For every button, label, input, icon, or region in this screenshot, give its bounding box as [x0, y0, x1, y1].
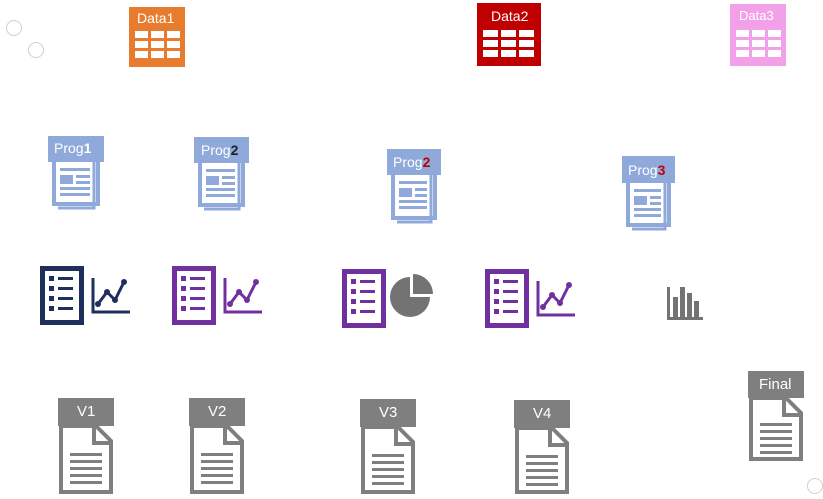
- program-label-prefix: Prog: [628, 162, 658, 178]
- data-source-1: Data1: [129, 7, 185, 67]
- program-label-prefix: Prog: [201, 142, 231, 158]
- list-line-chart-icon: [40, 266, 130, 325]
- corner-circle-top-left-1: [6, 20, 22, 36]
- analysis-2: [172, 266, 264, 326]
- version-label: V2: [208, 403, 227, 420]
- corner-circle-top-left-2: [28, 42, 44, 58]
- list-line-chart-icon: [485, 269, 575, 328]
- program-label: Prog2: [393, 155, 430, 169]
- analysis-3: [342, 269, 436, 329]
- final-document: Final: [748, 371, 804, 461]
- program-label-suffix: 2: [422, 154, 431, 170]
- corner-circle-bottom-right: [807, 478, 823, 494]
- program-label-suffix: 1: [83, 140, 92, 156]
- list-line-chart-icon: [172, 266, 262, 325]
- pie-chart-icon: [390, 274, 433, 317]
- analysis-1: [40, 266, 132, 326]
- data-source-label: Data2: [491, 8, 529, 24]
- version-label: V1: [77, 403, 96, 420]
- program-label-suffix: 2: [230, 142, 239, 158]
- data-source-2: Data2: [477, 3, 541, 66]
- version-2: V2: [189, 398, 245, 494]
- program-1: Prog1: [48, 136, 104, 210]
- program-label: Prog3: [628, 163, 665, 177]
- program-label-suffix: 3: [657, 162, 666, 178]
- program-3: Prog2: [387, 149, 441, 224]
- version-4: V4: [514, 400, 570, 494]
- program-label-prefix: Prog: [393, 154, 423, 170]
- version-1: V1: [58, 398, 114, 494]
- program-2: Prog2: [194, 137, 249, 211]
- program-label-prefix: Prog: [54, 140, 84, 156]
- list-pie-chart-icon: [342, 269, 433, 328]
- data-source-3: Data3: [730, 4, 786, 66]
- analysis-5: [665, 283, 705, 321]
- bar-chart-icon: [667, 287, 703, 320]
- final-label: Final: [759, 376, 792, 393]
- data-source-label: Data3: [739, 8, 774, 23]
- version-label: V4: [533, 405, 552, 422]
- program-label: Prog1: [54, 141, 91, 155]
- program-label: Prog2: [201, 143, 238, 157]
- version-label: V3: [379, 404, 398, 421]
- version-3: V3: [360, 399, 416, 494]
- program-4: Prog3: [622, 156, 675, 231]
- data-source-label: Data1: [137, 10, 175, 26]
- analysis-4: [485, 269, 577, 329]
